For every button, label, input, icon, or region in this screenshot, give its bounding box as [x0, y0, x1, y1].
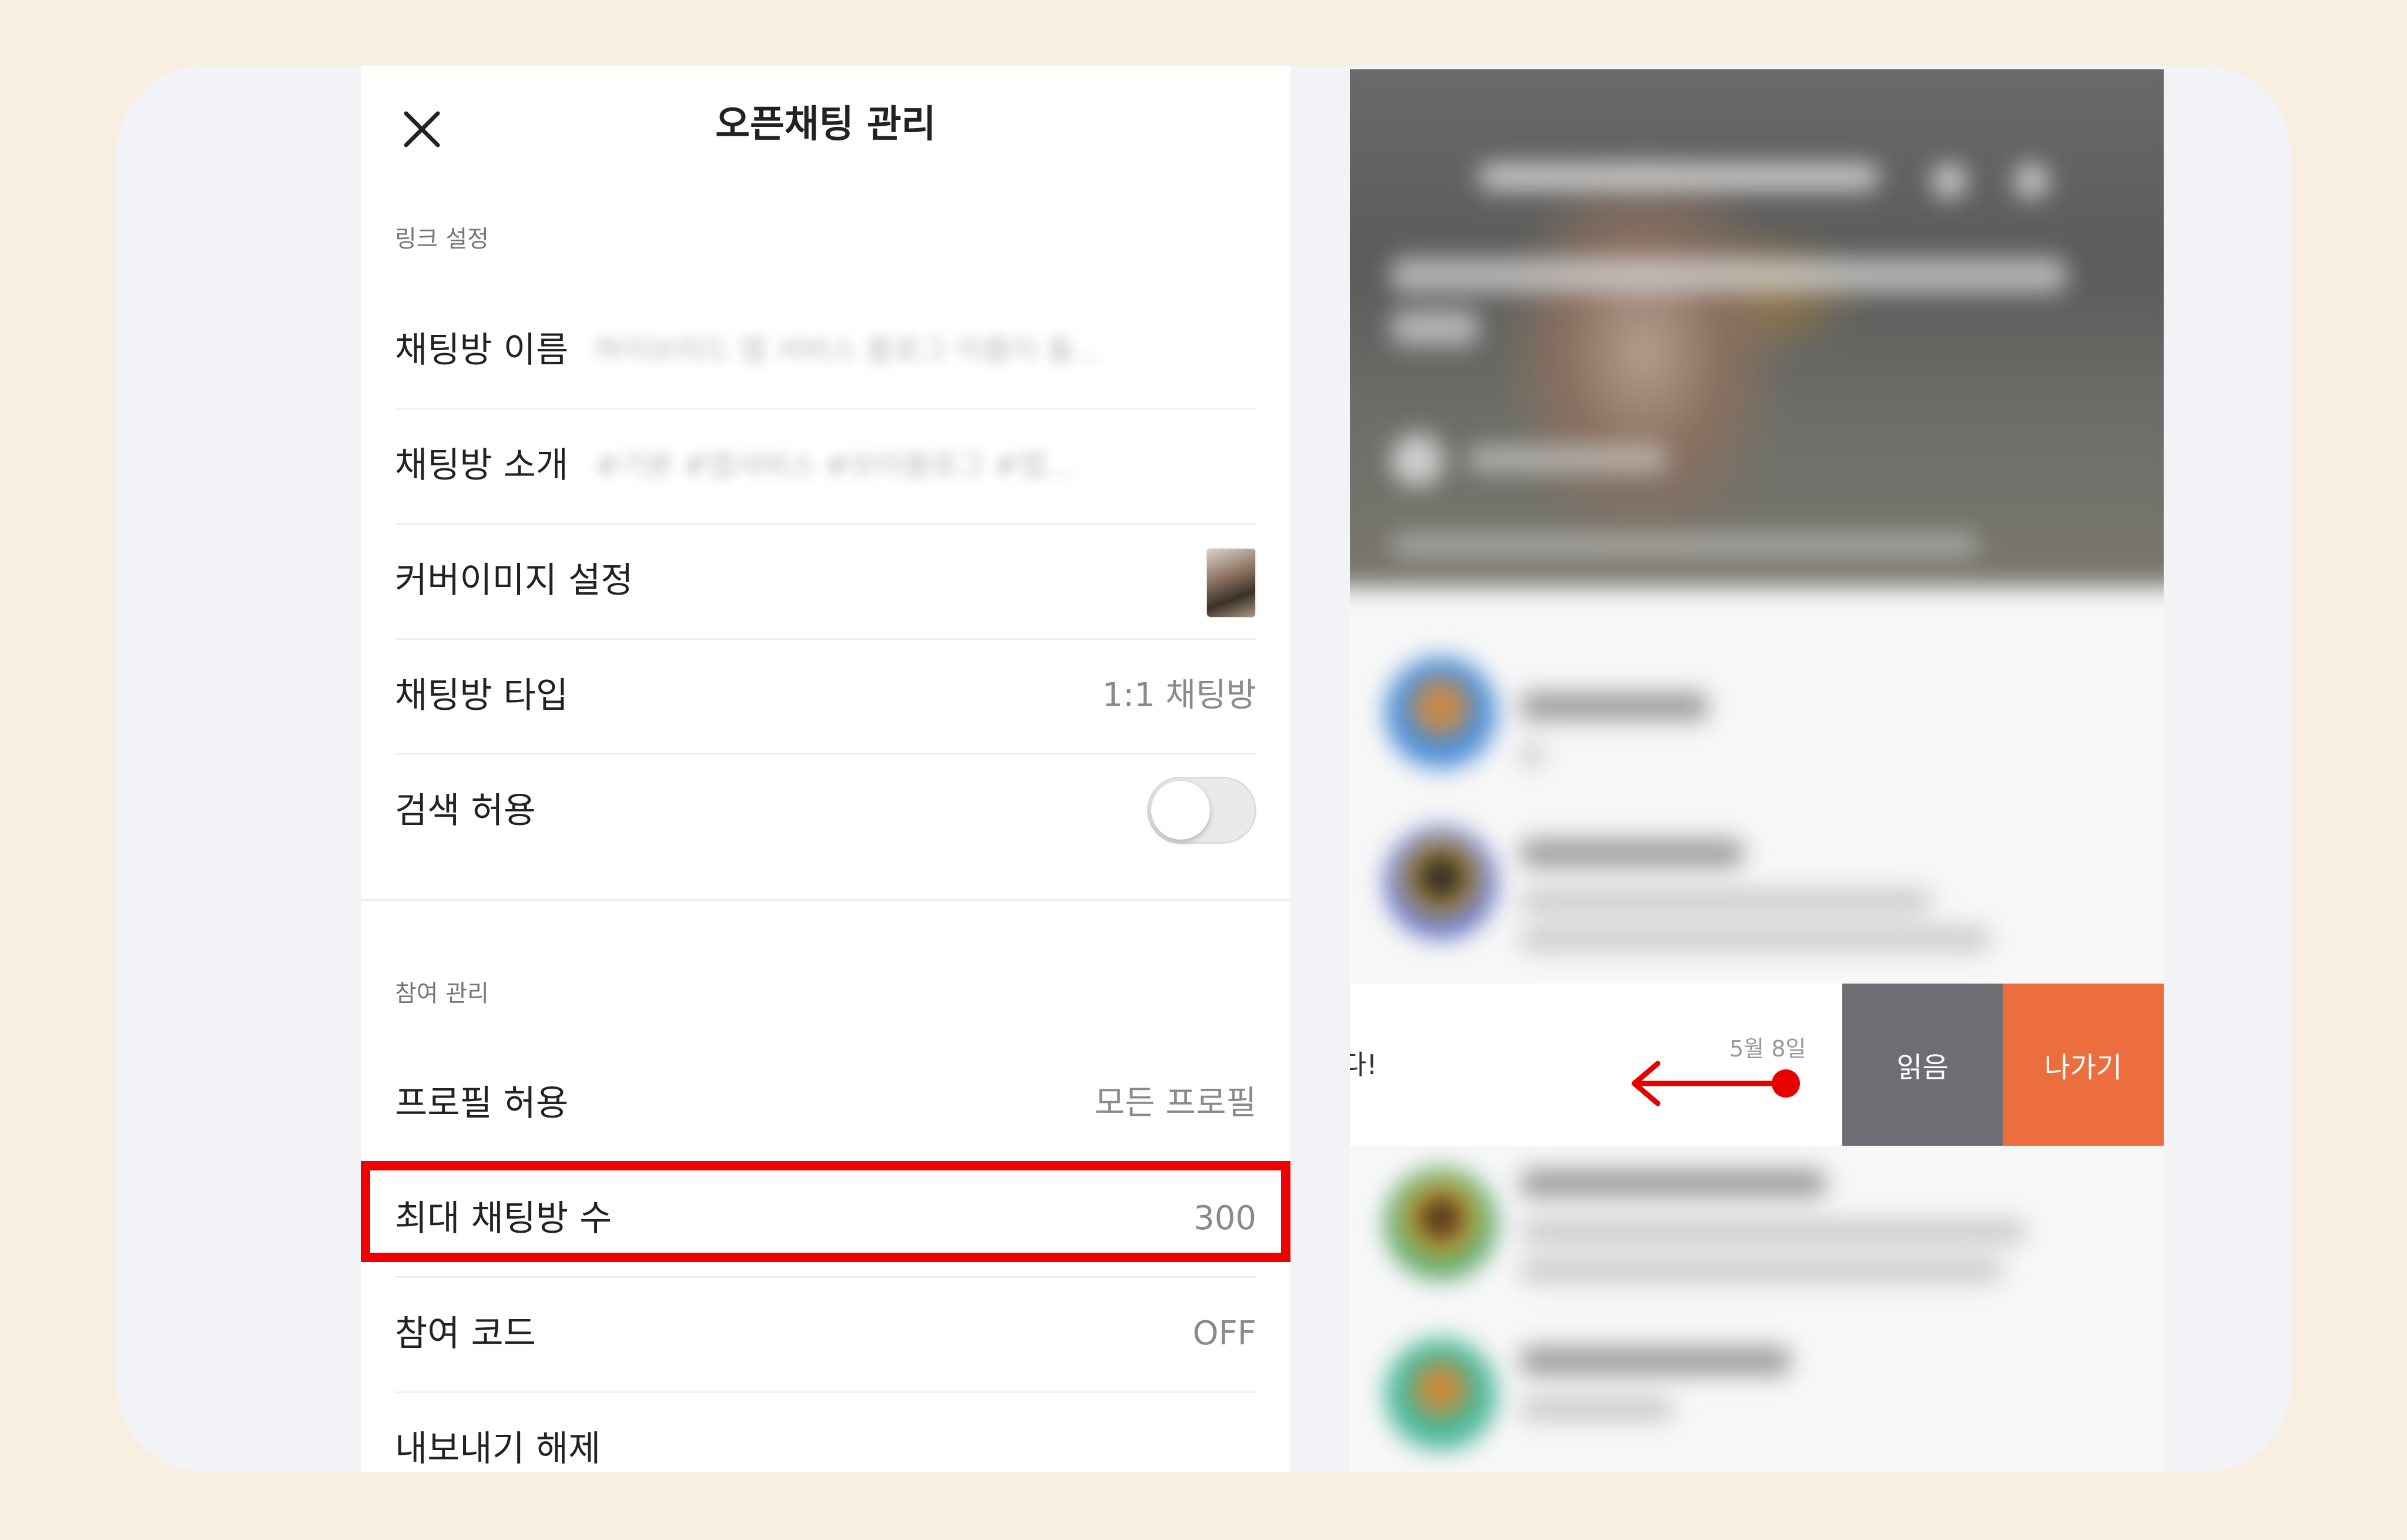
cover-image-thumbnail [1206, 548, 1256, 618]
search-allowed-toggle[interactable] [1147, 777, 1256, 844]
blurred-avatar [1385, 827, 1497, 939]
row-label: 참여 코드 [395, 1313, 536, 1354]
blurred-headline [1391, 257, 2067, 293]
blurred-name [1520, 692, 1708, 720]
row-value: 300 [1194, 1199, 1256, 1237]
section-divider [361, 899, 1290, 901]
row-label: 프로필 허용 [395, 1083, 569, 1124]
row-release-kick[interactable]: 내보내기 해제 [395, 1391, 1256, 1472]
leave-chat-button[interactable]: 나가기 [2003, 984, 2164, 1146]
blurred-icon [1932, 163, 1967, 199]
row-chatroom-name[interactable]: 채팅방 이름 하이브리드 앱 서비스 블로그 이름이 들... [395, 293, 1256, 410]
toggle-knob [1151, 781, 1210, 840]
row-value-blurred: #기본 #앱서비스 #브이블로그 #앱... [595, 448, 1074, 482]
blurred-tags [1391, 534, 1979, 557]
chat-message-preview: 다! [1350, 1049, 1377, 1081]
row-max-chatrooms[interactable]: 최대 채팅방 수 300 [395, 1161, 1256, 1278]
row-value: OFF [1192, 1314, 1257, 1353]
blurred-icon [2014, 163, 2049, 199]
blurred-background [1350, 69, 2164, 1472]
blurred-host-avatar [1391, 434, 1444, 487]
blurred-message [1520, 1220, 2026, 1243]
open-chat-settings-screen: 오픈채팅 관리 링크 설정 채팅방 이름 하이브리드 앱 서비스 블로그 이름이… [361, 66, 1290, 1472]
row-cover-image[interactable]: 커버이미지 설정 [395, 523, 1256, 640]
blurred-avatar [1385, 1338, 1497, 1450]
row-label: 채팅방 소개 [395, 445, 569, 486]
row-profile-allowed[interactable]: 프로필 허용 모든 프로필 [395, 1046, 1256, 1163]
blurred-name [1520, 1347, 1791, 1375]
mark-read-button[interactable]: 읽음 [1842, 984, 2003, 1146]
row-label: 커버이미지 설정 [395, 560, 633, 601]
row-search-allowed: 검색 허용 [395, 753, 1256, 868]
blurred-name [1520, 1169, 1826, 1197]
row-value: 모든 프로필 [1094, 1084, 1256, 1122]
blurred-message [1520, 890, 1932, 913]
blurred-message [1520, 743, 1544, 766]
blurred-message [1520, 927, 1990, 951]
blurred-avatar [1385, 657, 1497, 769]
blurred-avatar [1385, 1168, 1497, 1280]
row-chatroom-type[interactable]: 채팅방 타입 1:1 채팅방 [395, 638, 1256, 755]
chat-list-screen: 다! 5월 8일 읽음 나가기 [1350, 69, 2164, 1472]
row-label: 검색 허용 [395, 790, 536, 831]
swipe-left-arrow-icon [1631, 1061, 1800, 1106]
row-label: 최대 채팅방 수 [395, 1198, 612, 1239]
blurred-title-bar [1479, 163, 1879, 190]
screenshot-card: 오픈채팅 관리 링크 설정 채팅방 이름 하이브리드 앱 서비스 블로그 이름이… [116, 66, 2291, 1472]
blurred-message [1520, 1259, 2002, 1282]
section-label-participation: 참여 관리 [395, 980, 489, 1007]
blurred-headline [1391, 310, 1479, 345]
row-label: 채팅방 이름 [395, 330, 569, 371]
chat-row-swiped[interactable]: 다! 5월 8일 읽음 나가기 [1350, 984, 2164, 1146]
blurred-message [1520, 1397, 1673, 1421]
page-title: 오픈채팅 관리 [715, 103, 936, 146]
row-label: 채팅방 타입 [395, 675, 569, 716]
blurred-host-name [1467, 445, 1667, 472]
row-label: 내보내기 해제 [395, 1428, 601, 1469]
row-value-blurred: 하이브리드 앱 서비스 블로그 이름이 들... [595, 333, 1102, 367]
blurred-name [1520, 839, 1744, 867]
row-chatroom-intro[interactable]: 채팅방 소개 #기본 #앱서비스 #브이블로그 #앱... [395, 408, 1256, 525]
row-value: 1:1 채팅방 [1102, 676, 1257, 714]
section-label-link-settings: 링크 설정 [395, 226, 489, 253]
row-participation-code[interactable]: 참여 코드 OFF [395, 1276, 1256, 1393]
